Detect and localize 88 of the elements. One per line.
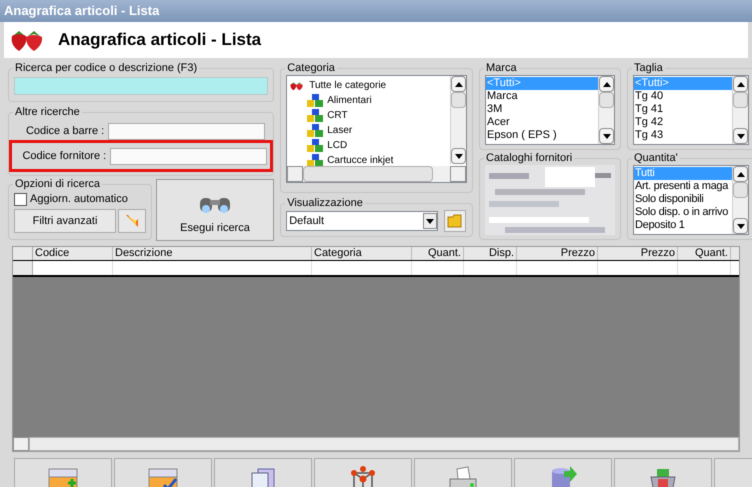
lattice-icon (348, 465, 378, 487)
input-field[interactable] (110, 148, 268, 164)
down-arrow-icon (454, 154, 462, 158)
up-arrow-icon (736, 172, 744, 176)
list-box[interactable]: Tutti Art. presenti a maga Solo disponibili Solo disp. o in arrivo Deposito 1 (633, 165, 749, 235)
page-title: Anagrafica articoli - Lista (58, 29, 262, 52)
folder-button[interactable] (444, 210, 466, 232)
column-header[interactable]: Prezzo (598, 247, 678, 260)
group-label: Ricerca per codice o descrizione (F3) (14, 62, 198, 75)
list-item[interactable]: Tg 42 (634, 116, 732, 129)
tree-item[interactable]: CRT (289, 108, 450, 123)
group-label: Categoria (286, 62, 336, 75)
printer-icon (448, 465, 478, 487)
run-search-button[interactable]: Esegui ricerca (156, 179, 274, 241)
column-header[interactable]: Quant. (412, 247, 464, 260)
group-label: Taglia (633, 62, 664, 75)
scroll-thumb[interactable] (599, 92, 614, 108)
list-item[interactable]: Tg 41 (634, 103, 732, 116)
tree-item[interactable]: Alimentari (289, 93, 450, 108)
list-item[interactable]: Tg 43 (634, 129, 732, 142)
toolbar-button[interactable] (14, 458, 112, 487)
cubes-icon (307, 108, 324, 122)
toolbar-button[interactable] (614, 458, 712, 487)
list-item[interactable]: Marca (486, 90, 598, 103)
list-box[interactable]: <Tutti> Marca 3M Acer Epson ( EPS ) (485, 75, 615, 145)
up-arrow-icon (736, 82, 744, 86)
toolbar-button[interactable] (214, 458, 312, 487)
list-item[interactable]: Art. presenti a maga (634, 180, 732, 193)
cubes-icon (307, 138, 324, 152)
list-box[interactable]: <Tutti> Tg 40 Tg 41 Tg 42 Tg 43 (633, 75, 749, 145)
category-tree[interactable]: Tutte le categorie Alimentari CRT Laser LCD Cartucce inkjet (286, 75, 467, 183)
input-field[interactable] (108, 122, 266, 140)
group-label: Opzioni di ricerca (14, 178, 101, 191)
row-header[interactable] (13, 261, 33, 275)
scrollbar[interactable] (450, 76, 466, 164)
column-header[interactable]: Codice (33, 247, 113, 260)
list-item[interactable]: Tg 40 (634, 90, 732, 103)
down-arrow-icon (736, 134, 744, 138)
list-item[interactable]: Epson ( EPS ) (486, 129, 598, 142)
horizontal-scrollbar[interactable] (287, 166, 466, 182)
scrollbar[interactable] (732, 76, 748, 144)
scroll-thumb[interactable] (733, 182, 748, 198)
column-header[interactable]: Quant. (678, 247, 731, 260)
field-label: Codice a barre : (26, 124, 104, 139)
group-label: Marca (485, 62, 518, 75)
up-arrow-icon (602, 82, 610, 86)
toolbar-button[interactable] (114, 458, 212, 487)
scroll-thumb[interactable] (733, 92, 748, 108)
column-header[interactable]: Disp. (464, 247, 517, 260)
toolbar-button[interactable] (514, 458, 612, 487)
data-grid[interactable]: Codice Descrizione Categoria Quant. Disp. Prezzo Prezzo Quant. (12, 246, 740, 452)
down-arrow-icon (736, 224, 744, 228)
search-field[interactable] (14, 77, 268, 95)
tree-item[interactable]: Tutte le categorie (289, 78, 450, 93)
list-item[interactable]: Deposito 1 (634, 219, 732, 232)
flame-arrow-icon (124, 213, 140, 229)
cubes-icon (307, 154, 324, 166)
list-item[interactable]: Acer (486, 116, 598, 129)
checkbox-label: Aggiorn. automatico (30, 192, 128, 207)
list-item[interactable]: Solo disponibili (634, 193, 732, 206)
tree-item[interactable]: Laser (289, 123, 450, 138)
down-arrow-icon (602, 134, 610, 138)
group-label: Quantita' (633, 152, 679, 165)
checkbox[interactable] (14, 192, 27, 206)
up-arrow-icon (454, 82, 462, 86)
column-header[interactable]: Prezzo (517, 247, 598, 260)
column-header[interactable]: Descrizione (113, 247, 312, 260)
group-label: Visualizzazione (286, 197, 364, 210)
scrollbar[interactable] (732, 166, 748, 234)
view-dropdown[interactable]: Default (286, 211, 438, 231)
column-header[interactable]: Categoria (312, 247, 412, 260)
group-label: Altre ricerche (14, 106, 81, 119)
cubes-icon (307, 124, 324, 138)
scroll-thumb[interactable] (451, 92, 466, 108)
toolbar-button[interactable] (414, 458, 512, 487)
tree-item[interactable]: LCD (289, 138, 450, 153)
list-item[interactable]: Solo disp. o in arrivo (634, 206, 732, 219)
flame-arrow-button[interactable] (118, 209, 146, 233)
group-label: Cataloghi fornitori (485, 152, 574, 165)
list-item[interactable]: 3M (486, 103, 598, 116)
horizontal-scrollbar[interactable] (13, 437, 739, 451)
advanced-filters-button[interactable]: Filtri avanzati (14, 209, 116, 233)
tree-item[interactable]: Cartucce inkjet (289, 153, 450, 166)
scrollbar[interactable] (598, 76, 614, 144)
cubes-icon (307, 94, 324, 108)
toolbar-button[interactable] (314, 458, 412, 487)
field-label: Codice fornitore : (22, 148, 106, 164)
window-title: Anagrafica articoli - Lista (4, 2, 160, 20)
